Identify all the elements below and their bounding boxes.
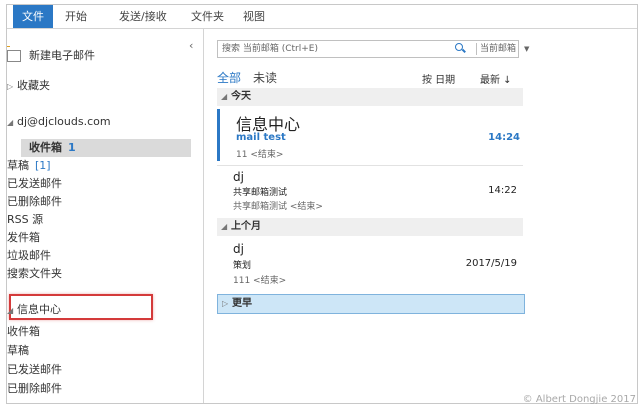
ribbon-tabs: 文件 开始 发送/接收 文件夹 视图 [7,5,637,29]
account-header[interactable]: ◢ dj@djclouds.com [7,115,111,128]
folder-inbox[interactable]: 收件箱 1 [21,139,191,157]
message-time: 2017/5/19 [465,258,517,269]
message-preview: 111 <结束> [233,276,287,286]
collapse-icon: ◢ [7,118,14,127]
message-preview: 11 <结束> [236,150,284,160]
divider [217,165,523,166]
favorites-label: 收藏夹 [17,79,50,92]
tab-send-receive[interactable]: 发送/接收 [111,5,175,28]
unread-count: 1 [68,141,76,154]
search-placeholder: 搜索 当前邮箱 (Ctrl+E) [222,44,318,54]
favorites-section[interactable]: ▷ 收藏夹 [7,77,50,93]
collapse-pane-icon[interactable]: ‹ [189,39,193,52]
collapse-icon: ◢ [221,222,228,231]
new-mail-label: 新建电子邮件 [29,49,95,62]
message-subject: mail test [236,132,286,143]
filter-unread[interactable]: 未读 [253,69,277,86]
search-icon[interactable] [454,40,464,56]
expand-icon: ▷ [7,82,14,91]
message-subject: 共享邮箱测试 [233,188,288,198]
message-time: 14:24 [488,132,520,143]
chevron-down-icon[interactable]: ▼ [524,41,529,57]
outlook-window: 文件 开始 发送/接收 文件夹 视图 新建电子邮件 ‹ ▷ 收藏夹 ◢ dj@djc… [6,4,638,404]
group-earlier[interactable]: ▷ 更早 [217,294,525,314]
shared-folder-drafts[interactable]: 草稿 [7,342,29,360]
message-item[interactable]: dj 策划 2017/5/19 111 <结束> [217,241,523,287]
search-input[interactable]: 搜索 当前邮箱 (Ctrl+E) 当前邮箱 ▼ [217,40,529,58]
message-item[interactable]: 信息中心 mail test 14:24 11 <结束> [217,109,526,161]
shared-mailbox-label: 信息中心 [17,303,61,316]
tab-folder[interactable]: 文件夹 [183,5,232,28]
shared-folder-inbox[interactable]: 收件箱 [7,323,40,341]
sort-order[interactable]: 最新 ↓ [480,71,512,86]
folder-rss[interactable]: RSS 源 [7,211,43,229]
copyright-watermark: © Albert Dongjie 2017 [522,394,636,405]
search-scope-dropdown[interactable]: 当前邮箱 [480,41,516,57]
account-label: dj@djclouds.com [17,115,111,128]
collapse-icon: ◢ [221,92,228,101]
search-separator [476,43,477,55]
filter-bar: 全部 未读 按 日期 最新 ↓ [217,69,521,86]
message-preview: 共享邮箱测试 <结束> [233,202,323,212]
sort-by-date[interactable]: 按 日期 [422,71,455,86]
folder-search[interactable]: 搜索文件夹 [7,265,62,283]
collapse-icon: ◢ [7,306,14,315]
message-sender: dj [233,170,244,184]
new-mail-icon [7,46,21,62]
folder-deleted[interactable]: 已删除邮件 [7,193,62,211]
new-mail-button[interactable]: 新建电子邮件 [7,46,95,63]
folder-drafts[interactable]: 草稿 [1] [7,157,51,175]
folder-label: 草稿 [7,159,29,172]
group-label: 更早 [232,298,252,309]
folder-outbox[interactable]: 发件箱 [7,229,40,247]
draft-count: [1] [35,159,51,172]
tab-home[interactable]: 开始 [57,5,95,28]
message-list: 搜索 当前邮箱 (Ctrl+E) 当前邮箱 ▼ 全部 未读 按 日期 最新 ↓ … [211,29,529,403]
group-label: 今天 [231,91,251,102]
message-sender: dj [233,242,244,256]
folder-pane: 新建电子邮件 ‹ ▷ 收藏夹 ◢ dj@djclouds.com 收件箱 1 草稿 [1… [7,29,204,403]
shared-folder-sent[interactable]: 已发送邮件 [7,361,62,379]
filter-all[interactable]: 全部 [217,69,241,86]
folder-label: 收件箱 [29,141,62,154]
group-today[interactable]: ◢ 今天 [217,88,523,106]
folder-sent[interactable]: 已发送邮件 [7,175,62,193]
shared-mailbox-header[interactable]: ◢ 信息中心 [7,301,61,317]
folder-junk[interactable]: 垃圾邮件 [7,247,51,265]
message-subject: 策划 [233,261,252,271]
expand-icon: ▷ [222,299,229,308]
message-time: 14:22 [488,185,517,196]
message-item[interactable]: dj 共享邮箱测试 14:22 共享邮箱测试 <结束> [217,169,523,213]
group-last-month[interactable]: ◢ 上个月 [217,218,523,236]
tab-file[interactable]: 文件 [13,5,53,28]
shared-folder-deleted[interactable]: 已删除邮件 [7,380,62,398]
tab-view[interactable]: 视图 [235,5,273,28]
group-label: 上个月 [231,221,261,232]
